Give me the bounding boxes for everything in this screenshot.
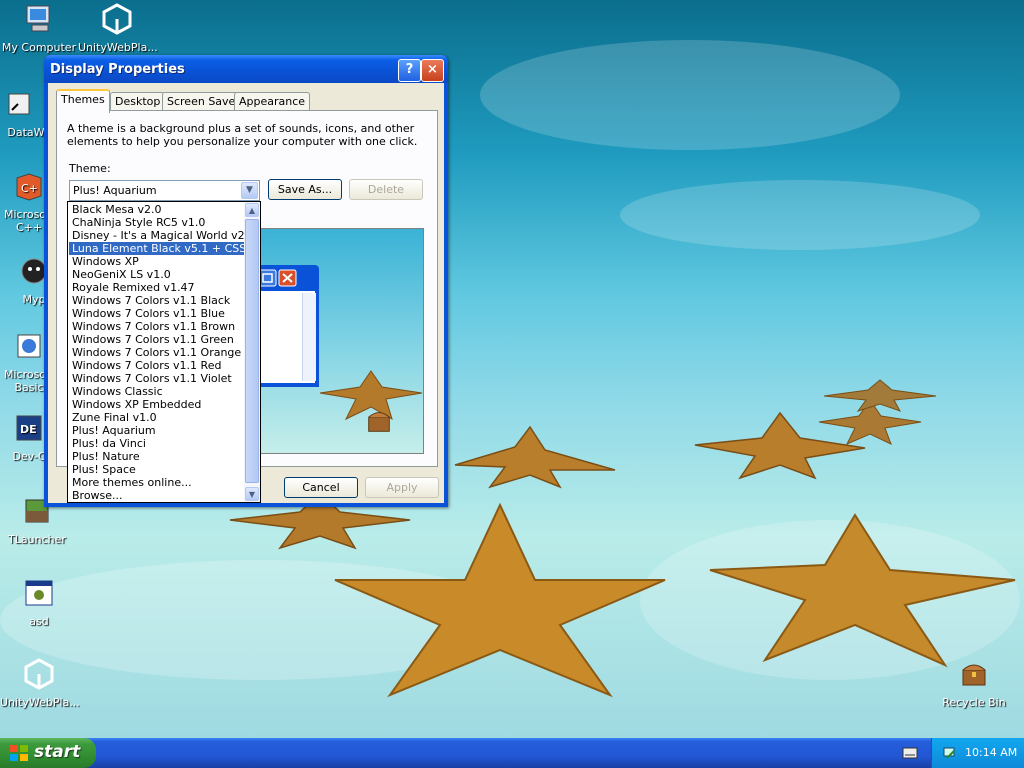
taskbar: start 10:14 AM (0, 738, 1024, 768)
theme-dropdown-option[interactable]: Windows XP Embedded (69, 398, 246, 411)
chevron-down-icon[interactable]: ▼ (241, 182, 258, 199)
theme-dropdown-option[interactable]: Plus! Space (69, 463, 246, 476)
light-ray (480, 40, 900, 150)
theme-description: A theme is a background plus a set of so… (67, 122, 418, 148)
windows-logo-icon (10, 745, 28, 761)
network-icon[interactable] (942, 745, 958, 761)
theme-combobox-value: Plus! Aquarium (73, 184, 157, 197)
apply-button[interactable]: Apply (365, 477, 439, 498)
unity-icon (24, 658, 54, 690)
svg-text:C+: C+ (21, 182, 38, 195)
start-label: start (34, 742, 81, 762)
computer-icon (26, 5, 50, 32)
desktop-icon-my-computer[interactable]: My Computer (0, 3, 78, 54)
desktop-icon-label: My Computer (1, 41, 77, 54)
desktop-icon-label: asd (29, 615, 49, 628)
window-title: Display Properties (50, 62, 185, 77)
delete-button[interactable]: Delete (349, 179, 423, 200)
theme-dropdown-option[interactable]: Windows 7 Colors v1.1 Violet (69, 372, 246, 385)
visual-basic-icon (17, 334, 41, 358)
visual-cpp-icon: C+ (16, 173, 42, 201)
theme-dropdown-option[interactable]: Royale Remixed v1.47 (69, 281, 246, 294)
desktop-icon-unity-web-player[interactable]: UnityWebPla... (78, 3, 158, 54)
desktop-icon-label: Recycle Bin (942, 696, 1006, 709)
dev-cpp-icon: DE (16, 415, 42, 441)
title-bar[interactable]: Display Properties ? × (44, 55, 448, 83)
preview-sample-window (256, 265, 319, 387)
save-as-button[interactable]: Save As... (268, 179, 342, 200)
theme-dropdown-option[interactable]: More themes online... (69, 476, 246, 489)
start-button[interactable]: start (0, 738, 96, 768)
starfish-right (709, 513, 1016, 668)
desktop-icon-label: UnityWebPla... (78, 41, 158, 54)
treasure-chest-icon (962, 664, 986, 686)
theme-dropdown-option[interactable]: ChaNinja Style RC5 v1.0 (69, 216, 246, 229)
treasure-chest-icon (368, 412, 390, 432)
theme-dropdown-option[interactable]: Zune Final v1.0 (69, 411, 246, 424)
tab-themes[interactable]: Themes (56, 89, 110, 113)
theme-dropdown-option[interactable]: Black Mesa v2.0 (69, 203, 246, 216)
window-buttons-icon (258, 269, 297, 287)
help-button[interactable]: ? (398, 59, 421, 82)
theme-dropdown-option[interactable]: Luna Element Black v5.1 + CSS (69, 242, 246, 255)
tab-appearance[interactable]: Appearance (234, 92, 311, 111)
unity-icon (102, 3, 132, 35)
theme-dropdown-list[interactable]: Black Mesa v2.0 ChaNinja Style RC5 v1.0 Di… (67, 201, 261, 503)
tab-desktop[interactable]: Desktop (110, 92, 166, 111)
tab-screen-saver[interactable]: Screen Saver (162, 92, 245, 111)
theme-dropdown-option[interactable]: Windows 7 Colors v1.1 Brown (69, 320, 246, 333)
theme-dropdown-option[interactable]: Windows 7 Colors v1.1 Green (69, 333, 246, 346)
desktop-icon-label: UnityWebPla... (0, 696, 80, 709)
theme-dropdown-option[interactable]: NeoGeniX LS v1.0 (69, 268, 246, 281)
starfish-mid (454, 425, 616, 489)
close-button[interactable]: × (421, 59, 444, 82)
theme-dropdown-option[interactable]: Windows 7 Colors v1.1 Blue (69, 307, 246, 320)
chevron-up-icon[interactable]: ▲ (245, 203, 259, 217)
starfish-far-2 (823, 379, 937, 412)
system-tray: 10:14 AM (931, 738, 1024, 768)
clock[interactable]: 10:14 AM (965, 746, 1017, 759)
theme-dropdown-option[interactable]: Plus! Nature (69, 450, 246, 463)
dropdown-scrollbar[interactable]: ▲ ▼ (244, 202, 260, 502)
theme-dropdown-option[interactable]: Browse... (69, 489, 246, 502)
cancel-button[interactable]: Cancel (284, 477, 358, 498)
svg-text:DE: DE (20, 423, 37, 436)
desktop-icon-unity-web-player-2[interactable]: UnityWebPla... (0, 658, 80, 709)
desktop-icon-label: TLauncher (8, 533, 66, 546)
theme-dropdown-option[interactable]: Plus! Aquarium (69, 424, 246, 437)
theme-dropdown-option[interactable]: Windows 7 Colors v1.1 Red (69, 359, 246, 372)
theme-dropdown-option[interactable]: Windows XP (69, 255, 246, 268)
scrollbar-thumb[interactable] (245, 219, 259, 483)
chevron-down-icon[interactable]: ▼ (245, 487, 259, 501)
desktop-icon-recycle-bin[interactable]: Recycle Bin (935, 658, 1013, 709)
application-icon (25, 580, 53, 606)
theme-dropdown-option[interactable]: Windows Classic (69, 385, 246, 398)
theme-dropdown-option[interactable]: Windows 7 Colors v1.1 Orange (69, 346, 246, 359)
theme-dropdown-option[interactable]: Disney - It's a Magical World v2.0 (69, 229, 246, 242)
theme-dropdown-option[interactable]: Plus! da Vinci (69, 437, 246, 450)
preview-scrollbar (302, 293, 316, 381)
keyboard-icon[interactable] (902, 746, 918, 760)
theme-dropdown-option[interactable]: Windows 7 Colors v1.1 Black (69, 294, 246, 307)
theme-preview (255, 228, 424, 454)
theme-label: Theme: (69, 162, 111, 175)
shortcut-icon (8, 93, 30, 115)
desktop-icon-asd[interactable]: asd (0, 577, 78, 628)
theme-combobox[interactable]: Plus! Aquarium ▼ (69, 180, 260, 201)
light-ray (620, 180, 980, 250)
